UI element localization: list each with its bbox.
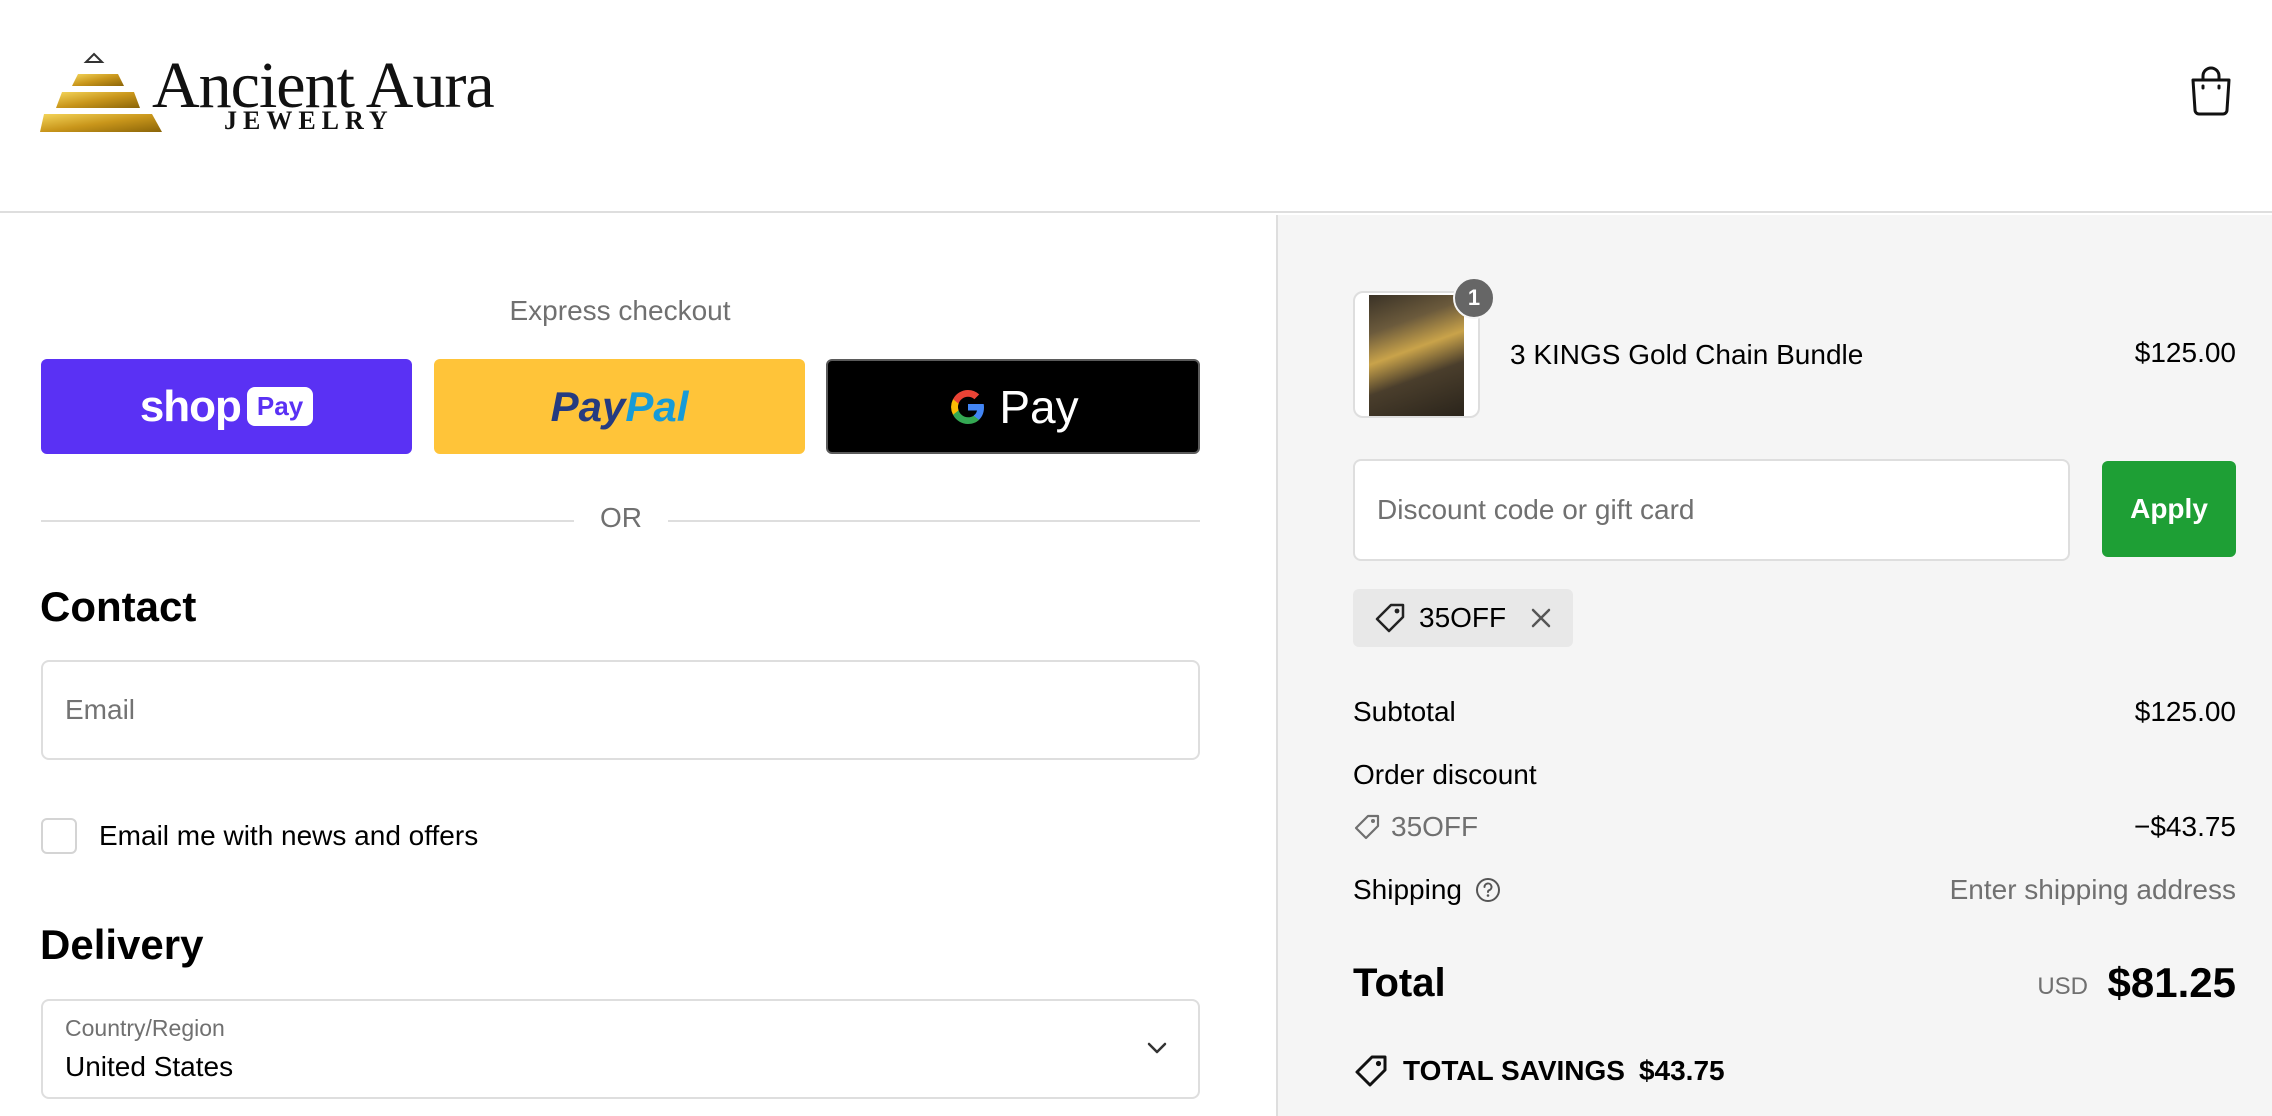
order-discount-label: Order discount (1353, 759, 1537, 790)
close-icon[interactable] (1528, 605, 1554, 631)
discount-value: −$43.75 (2134, 811, 2236, 842)
paypal-logo: PayPal (550, 382, 689, 430)
total-value: $81.25 (2107, 959, 2236, 1006)
savings-label: TOTAL SAVINGS (1403, 1055, 1625, 1086)
applied-code: 35OFF (1419, 602, 1507, 633)
google-g-icon (951, 389, 985, 424)
newsletter-label: Email me with news and offers (99, 820, 479, 851)
delivery-heading: Delivery (40, 921, 204, 968)
help-icon[interactable] (1474, 876, 1502, 904)
tag-icon (1375, 603, 1405, 633)
store-logo[interactable]: Ancient Aura JEWELRY (40, 48, 495, 148)
subtotal-row: Subtotal $125.00 (1353, 696, 2236, 728)
divider-line (668, 520, 1200, 522)
tag-icon (1355, 1055, 1387, 1087)
divider-line (41, 520, 574, 522)
discount-input[interactable] (1355, 461, 2068, 559)
pyramid-logo-icon (40, 52, 162, 132)
express-checkout-title: Express checkout (509, 295, 731, 326)
discount-code-row: 35OFF −$43.75 (1353, 811, 2236, 843)
subtotal-value: $125.00 (2134, 696, 2236, 727)
newsletter-checkbox[interactable] (41, 818, 77, 854)
newsletter-checkbox-row[interactable]: Email me with news and offers (41, 816, 478, 856)
tag-icon (1354, 814, 1380, 840)
quantity-badge: 1 (1453, 277, 1495, 319)
product-name: 3 KINGS Gold Chain Bundle (1510, 339, 1864, 370)
shipping-label: Shipping (1353, 874, 1462, 905)
paypal-button[interactable]: PayPal (434, 359, 805, 454)
shop-pay-label: shop (139, 381, 242, 431)
country-select[interactable]: Country/Region United States (41, 999, 1200, 1099)
country-value: United States (65, 1051, 234, 1082)
total-row: Total USD $81.25 (1353, 957, 2236, 1007)
total-savings-row: TOTAL SAVINGS $43.75 (1353, 1053, 1725, 1089)
subtotal-label: Subtotal (1353, 696, 1456, 727)
checkout-form: Express checkout shop Pay PayPal Pay OR … (0, 215, 1276, 1116)
or-divider: OR (41, 500, 1200, 540)
shop-pay-badge: Pay (246, 387, 314, 426)
apply-button[interactable]: Apply (2102, 461, 2236, 557)
email-input[interactable] (43, 662, 1198, 758)
discount-field[interactable] (1353, 459, 2070, 561)
total-label: Total (1353, 961, 1446, 1005)
applied-discount-tag: 35OFF (1353, 589, 1573, 647)
google-pay-label: Pay (999, 380, 1079, 433)
chevron-down-icon (1147, 1042, 1167, 1054)
country-label: Country/Region (65, 1015, 225, 1041)
header: Ancient Aura JEWELRY (0, 0, 2272, 213)
total-currency: USD (2037, 973, 2088, 1000)
shipping-value: Enter shipping address (1949, 874, 2236, 905)
shop-pay-button[interactable]: shop Pay (41, 359, 412, 454)
shipping-row: Shipping Enter shipping address (1353, 874, 2236, 906)
google-pay-button[interactable]: Pay (826, 359, 1200, 454)
savings-value: $43.75 (1638, 1055, 1725, 1086)
product-image (1369, 295, 1464, 416)
or-label: OR (600, 502, 642, 533)
email-field[interactable] (41, 660, 1200, 760)
order-summary: 1 3 KINGS Gold Chain Bundle $125.00 Appl… (1276, 215, 2272, 1116)
order-discount-row: Order discount (1353, 759, 2236, 791)
product-price: $125.00 (2134, 337, 2236, 368)
shopping-bag-icon[interactable] (2188, 66, 2234, 116)
discount-code-label: 35OFF (1391, 811, 1479, 842)
logo-subtitle: JEWELRY (224, 106, 394, 135)
contact-heading: Contact (40, 583, 197, 630)
